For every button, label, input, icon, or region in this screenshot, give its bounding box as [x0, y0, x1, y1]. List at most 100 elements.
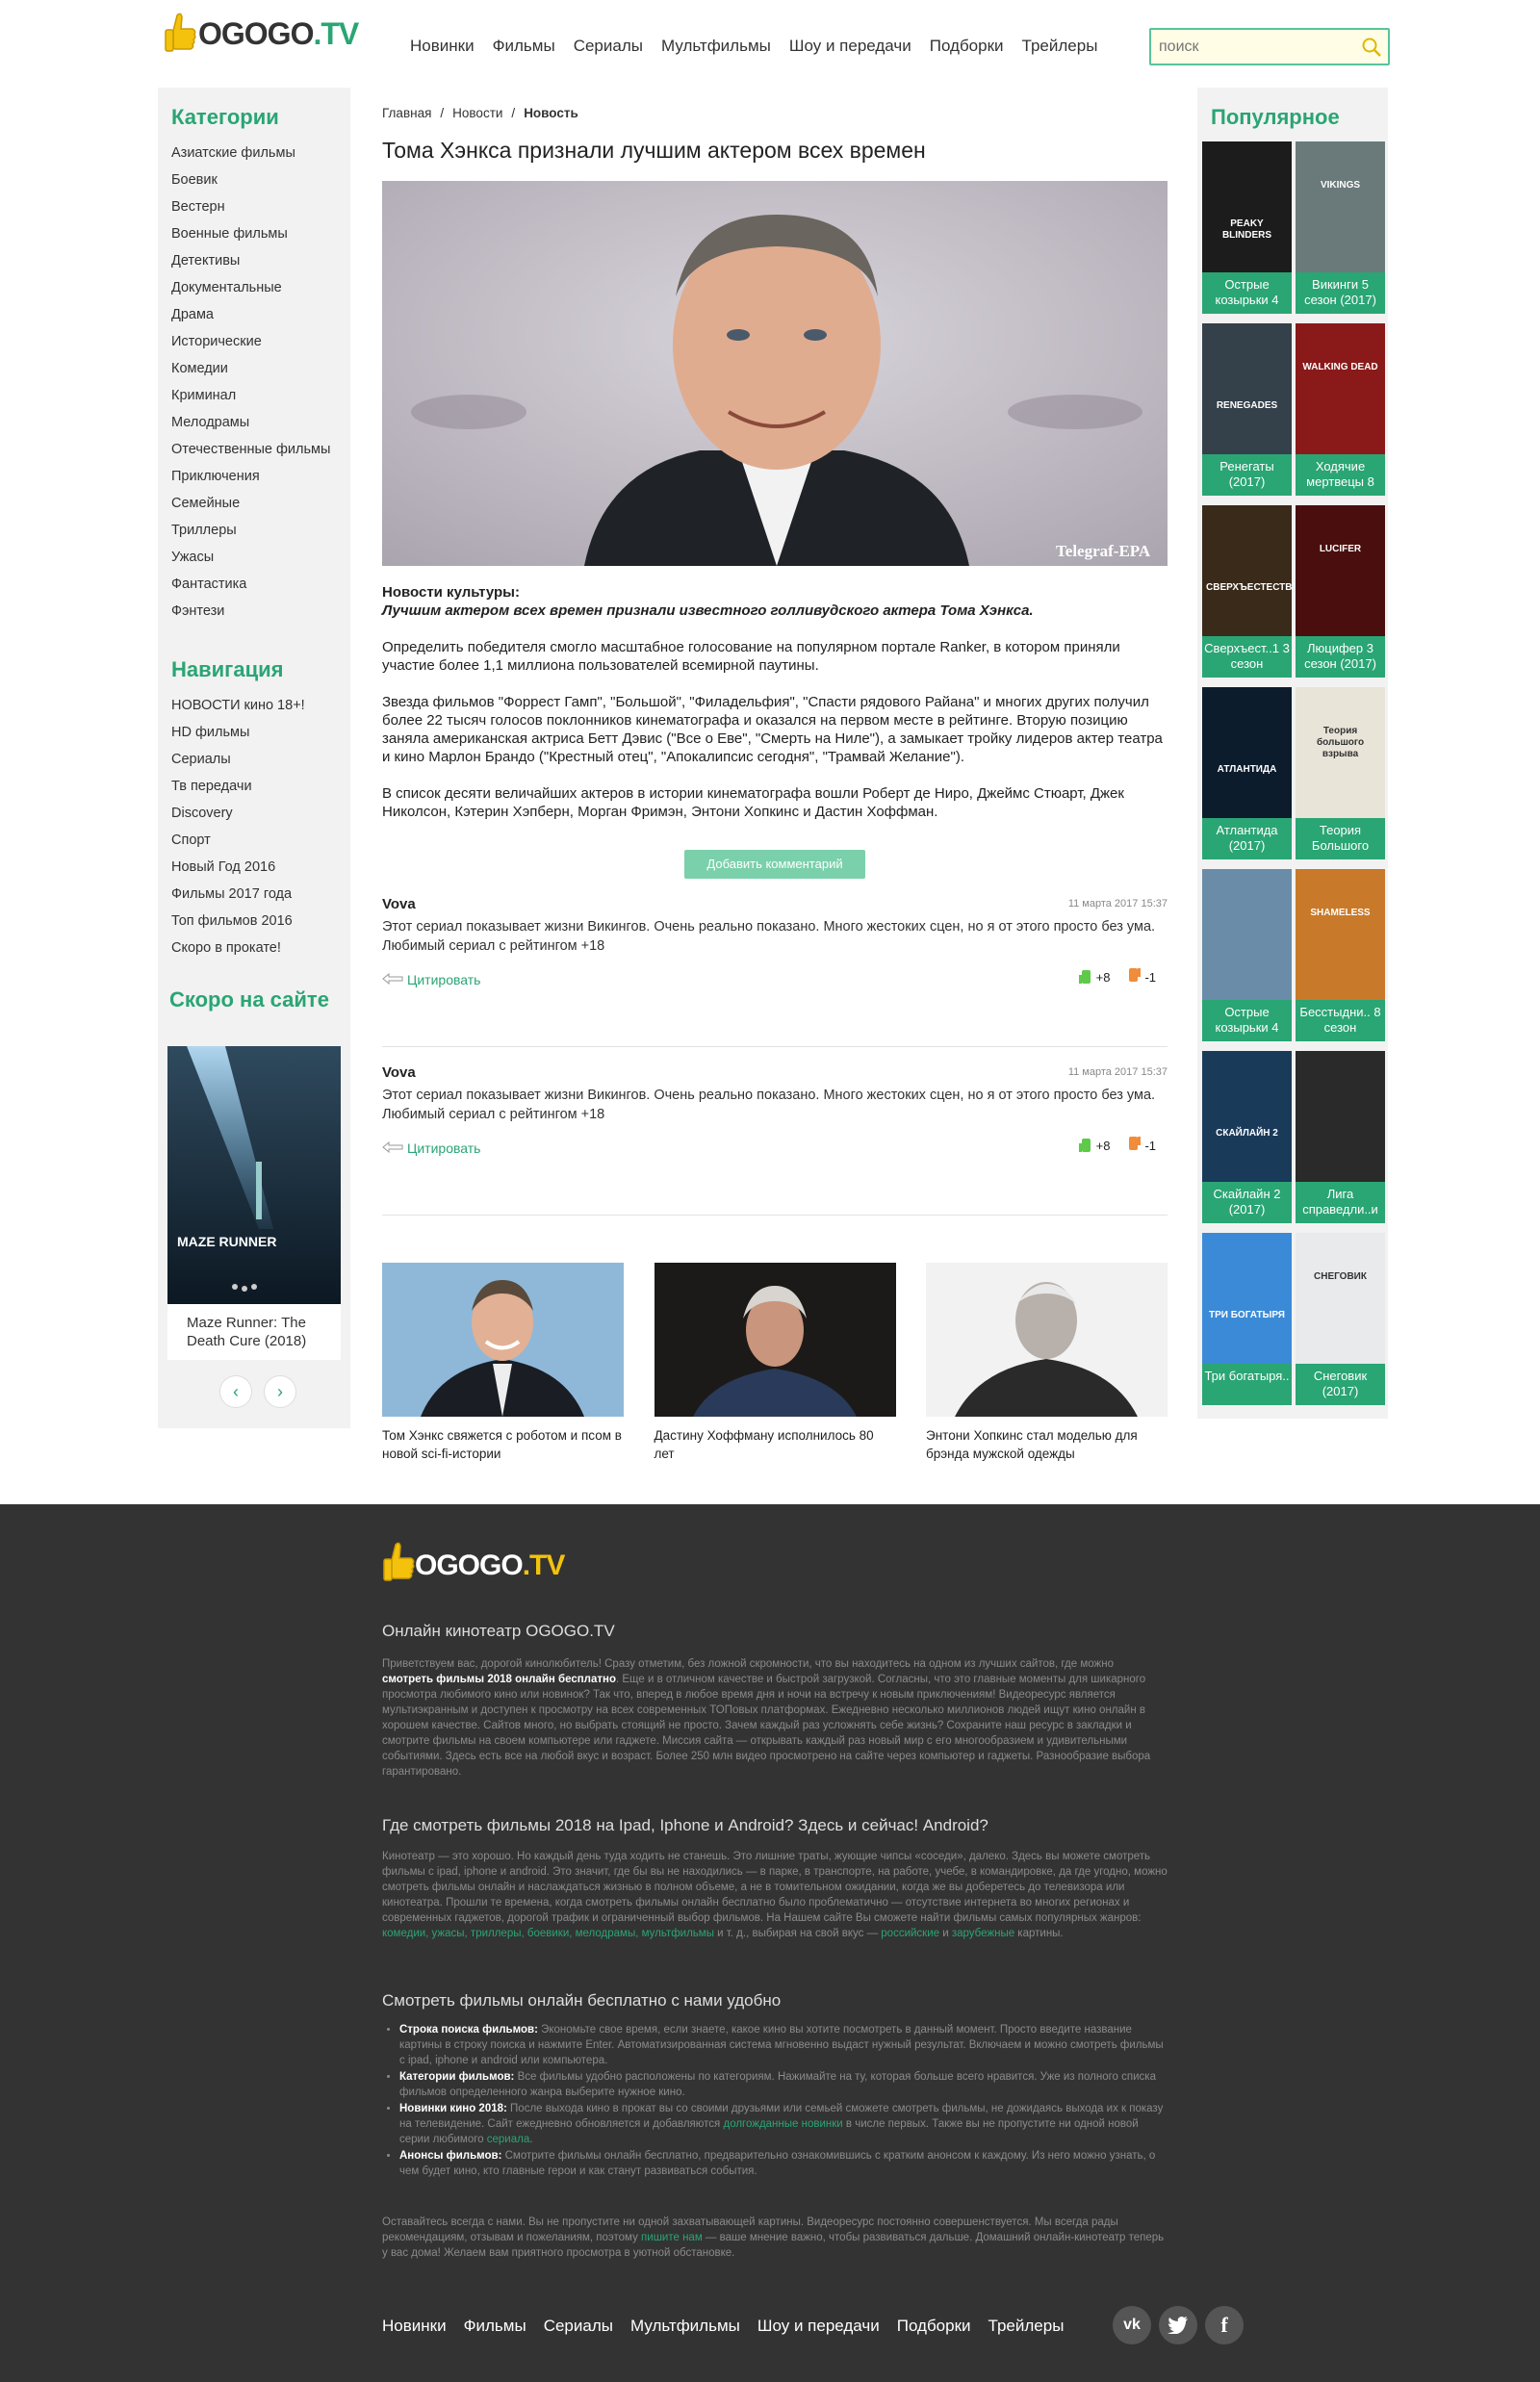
topnav-item[interactable]: Новинки [410, 37, 475, 56]
popular-poster[interactable]: PEAKY BLINDERS [1202, 141, 1292, 272]
related-caption[interactable]: Том Хэнкс свяжется с роботом и псом в но… [382, 1426, 624, 1463]
related-image[interactable] [926, 1263, 1168, 1417]
popular-poster[interactable]: АТЛАНТИДА [1202, 687, 1292, 818]
category-link[interactable]: Вестерн [171, 193, 350, 220]
popular-poster[interactable]: VIKINGS [1296, 141, 1385, 272]
popular-item[interactable]: АТЛАНТИДА Атлантида (2017) [1202, 687, 1292, 859]
related-image[interactable] [654, 1263, 896, 1417]
popular-item[interactable]: СВЕРХЪЕСТЕСТВЕННОЕ Сверхъест..1 3 сезон [1202, 505, 1292, 678]
popular-caption[interactable]: Ходячие мертвецы 8 [1296, 454, 1385, 496]
popular-item[interactable]: Лига справедли..и [1296, 1051, 1385, 1223]
quote-link[interactable]: Цитировать [382, 1140, 480, 1156]
thumb-down-icon[interactable] [1127, 1136, 1142, 1156]
category-link[interactable]: Мелодрамы [171, 409, 350, 436]
popular-item[interactable]: SHAMELESS Бесстыдни.. 8 сезон [1296, 869, 1385, 1041]
chevron-left-icon[interactable]: ‹ [219, 1375, 252, 1408]
navigation-link[interactable]: Спорт [171, 827, 350, 854]
comment-author[interactable]: Vova [382, 1064, 416, 1081]
soon-caption[interactable]: Maze Runner: The Death Cure (2018) [167, 1304, 341, 1350]
category-link[interactable]: Фантастика [171, 571, 350, 598]
related-caption[interactable]: Энтони Хопкинс стал моделью для брэнда м… [926, 1426, 1168, 1463]
popular-item[interactable]: PEAKY BLINDERS Острые козырьки 4 [1202, 141, 1292, 314]
topnav-item[interactable]: Шоу и передачи [789, 37, 911, 56]
popular-item[interactable]: VIKINGS Викинги 5 сезон (2017) [1296, 141, 1385, 314]
popular-poster[interactable]: ТРИ БОГАТЫРЯ [1202, 1233, 1292, 1364]
popular-item[interactable]: ТРИ БОГАТЫРЯ Три богатыря.. [1202, 1233, 1292, 1405]
topnav-item[interactable]: Трейлеры [1022, 37, 1098, 56]
popular-poster[interactable]: СВЕРХЪЕСТЕСТВЕННОЕ [1202, 505, 1292, 636]
popular-caption[interactable]: Люцифер 3 сезон (2017) [1296, 636, 1385, 678]
category-link[interactable]: Азиатские фильмы [171, 140, 350, 166]
popular-item[interactable]: СНЕГОВИК Снеговик (2017) [1296, 1233, 1385, 1405]
quote-label[interactable]: Цитировать [407, 972, 480, 987]
popular-caption[interactable]: Бесстыдни.. 8 сезон [1296, 1000, 1385, 1041]
popular-item[interactable]: RENEGADES Ренегаты (2017) [1202, 323, 1292, 496]
comment-author[interactable]: Vova [382, 896, 416, 912]
category-link[interactable]: Комедии [171, 355, 350, 382]
popular-caption[interactable]: Скайлайн 2 (2017) [1202, 1182, 1292, 1223]
related-caption[interactable]: Дастину Хоффману исполнилось 80 лет [654, 1426, 896, 1463]
vk-icon[interactable]: vk [1113, 2306, 1151, 2344]
topnav-item[interactable]: Фильмы [493, 37, 555, 56]
popular-poster[interactable] [1202, 869, 1292, 1000]
navigation-link[interactable]: Тв передачи [171, 773, 350, 800]
popular-caption[interactable]: Лига справедли..и [1296, 1182, 1385, 1223]
category-link[interactable]: Детективы [171, 247, 350, 274]
category-link[interactable]: Отечественные фильмы [171, 436, 350, 463]
category-link[interactable]: Фэнтези [171, 598, 350, 625]
category-link[interactable]: Военные фильмы [171, 220, 350, 247]
category-link[interactable]: Исторические [171, 328, 350, 355]
category-link[interactable]: Боевик [171, 166, 350, 193]
related-item[interactable]: Дастину Хоффману исполнилось 80 лет [654, 1263, 896, 1463]
breadcrumb-news[interactable]: Новости [452, 106, 502, 120]
quote-link[interactable]: Цитировать [382, 972, 480, 987]
popular-poster[interactable]: SHAMELESS [1296, 869, 1385, 1000]
breadcrumb-home[interactable]: Главная [382, 106, 431, 120]
add-comment-button[interactable]: Добавить комментарий [684, 850, 865, 879]
popular-item[interactable]: СКАЙЛАЙН 2 Скайлайн 2 (2017) [1202, 1051, 1292, 1223]
footer-nav-item[interactable]: Новинки [382, 2317, 447, 2336]
footer-nav-item[interactable]: Мультфильмы [630, 2317, 740, 2336]
navigation-link[interactable]: Discovery [171, 800, 350, 827]
popular-caption[interactable]: Атлантида (2017) [1202, 818, 1292, 859]
navigation-link[interactable]: HD фильмы [171, 719, 350, 746]
navigation-link[interactable]: Топ фильмов 2016 [171, 908, 350, 935]
topnav-item[interactable]: Сериалы [574, 37, 643, 56]
related-item[interactable]: Энтони Хопкинс стал моделью для брэнда м… [926, 1263, 1168, 1463]
popular-item[interactable]: Теория большого взрыва Теория Большого [1296, 687, 1385, 859]
popular-item[interactable]: WALKING DEAD Ходячие мертвецы 8 [1296, 323, 1385, 496]
category-link[interactable]: Криминал [171, 382, 350, 409]
thumb-down-icon[interactable] [1127, 967, 1142, 987]
popular-caption[interactable]: Сверхъест..1 3 сезон [1202, 636, 1292, 678]
chevron-right-icon[interactable]: › [264, 1375, 296, 1408]
popular-poster[interactable]: СКАЙЛАЙН 2 [1202, 1051, 1292, 1182]
popular-caption[interactable]: Ренегаты (2017) [1202, 454, 1292, 496]
popular-caption[interactable]: Теория Большого [1296, 818, 1385, 859]
popular-poster[interactable] [1296, 1051, 1385, 1182]
category-link[interactable]: Семейные [171, 490, 350, 517]
facebook-icon[interactable]: f [1205, 2306, 1244, 2344]
category-link[interactable]: Приключения [171, 463, 350, 490]
thumb-up-icon[interactable] [1078, 967, 1092, 987]
topnav-item[interactable]: Подборки [930, 37, 1004, 56]
popular-caption[interactable]: Снеговик (2017) [1296, 1364, 1385, 1405]
popular-poster[interactable]: Теория большого взрыва [1296, 687, 1385, 818]
thumb-up-icon[interactable] [1078, 1136, 1092, 1156]
topnav-item[interactable]: Мультфильмы [661, 37, 771, 56]
navigation-link[interactable]: Новый Год 2016 [171, 854, 350, 881]
quote-label[interactable]: Цитировать [407, 1140, 480, 1156]
related-item[interactable]: Том Хэнкс свяжется с роботом и псом в но… [382, 1263, 624, 1463]
popular-poster[interactable]: RENEGADES [1202, 323, 1292, 454]
category-link[interactable]: Документальные [171, 274, 350, 301]
popular-item[interactable]: LUCIFER Люцифер 3 сезон (2017) [1296, 505, 1385, 678]
popular-poster[interactable]: СНЕГОВИК [1296, 1233, 1385, 1364]
footer-logo[interactable]: OGOGO.TV [382, 1541, 565, 1590]
category-link[interactable]: Ужасы [171, 544, 350, 571]
footer-nav-item[interactable]: Фильмы [464, 2317, 526, 2336]
navigation-link[interactable]: НОВОСТИ кино 18+! [171, 692, 350, 719]
navigation-link[interactable]: Скоро в прокате! [171, 935, 350, 961]
popular-poster[interactable]: WALKING DEAD [1296, 323, 1385, 454]
footer-nav-item[interactable]: Сериалы [544, 2317, 613, 2336]
navigation-link[interactable]: Фильмы 2017 года [171, 881, 350, 908]
search-input[interactable] [1159, 37, 1351, 58]
